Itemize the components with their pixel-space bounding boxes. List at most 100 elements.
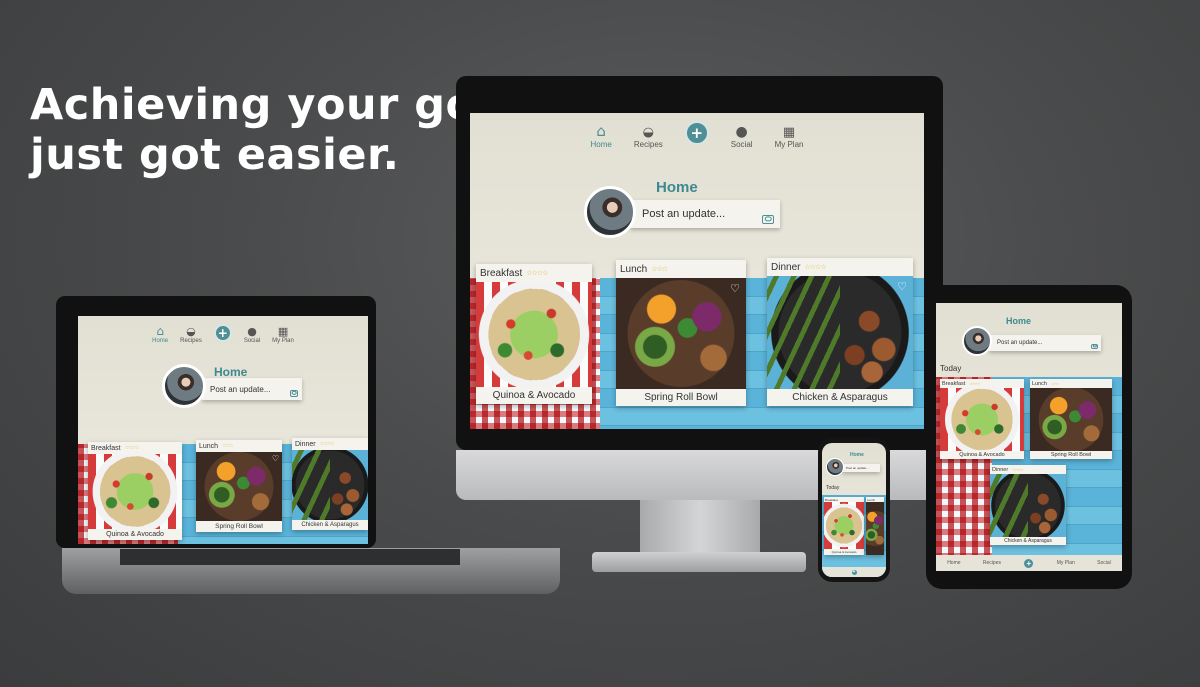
nav-social[interactable]: ● Social [244, 325, 260, 344]
avatar[interactable] [162, 364, 206, 408]
meal-card-dinner[interactable]: Dinner ☆☆☆☆ Chicken & Asparagus [990, 465, 1066, 545]
nav-recipes-label: Recipes [633, 140, 663, 149]
meal-card-breakfast[interactable]: Breakfast ☆☆☆☆ Quinoa & Avocado [88, 442, 182, 540]
post-input[interactable]: Post an update... [842, 464, 880, 472]
rating-stars: ☆☆☆☆ [526, 270, 548, 277]
tab-my-plan[interactable]: My Plan [1057, 560, 1075, 566]
meal-card-breakfast[interactable]: Breakfast ☆☆☆☆ Quinoa & Avocado [476, 264, 592, 404]
meal-name: Spring Roll Bowl [1050, 452, 1092, 458]
nav-social-label: Social [730, 140, 753, 149]
calendar-icon: ▦ [782, 125, 796, 140]
meal-header: Dinner ☆☆☆☆ [990, 465, 1066, 474]
today-label: Today [940, 364, 962, 373]
desktop-screen: ⌂ Home ◒ Recipes + ● Social ▦ My Plan Ho… [470, 113, 924, 429]
meal-card-lunch[interactable]: Lunch ☆☆☆ Spring Roll Bowl [1030, 379, 1112, 459]
meal-label: Breakfast [91, 444, 121, 452]
tab-social[interactable]: Social [1097, 560, 1111, 566]
nav-home[interactable]: ⌂ Home [152, 324, 168, 344]
camera-icon[interactable] [290, 389, 298, 397]
desktop-stand [640, 500, 760, 558]
meal-card-dinner[interactable]: Dinner ☆☆☆☆ Chicken & Asparagus [292, 438, 368, 530]
heart-icon[interactable]: ♡ [897, 280, 907, 293]
meal-photo [292, 450, 368, 520]
post-input[interactable]: Post an update... [989, 335, 1101, 351]
meal-label: Breakfast [942, 380, 966, 387]
meal-card-dinner[interactable]: Dinner ☆☆☆☆ ♡ Chicken & Asparagus [767, 258, 913, 406]
meal-header: Lunch ☆☆☆ [1030, 379, 1112, 388]
meal-header: Dinner ☆☆☆☆ [767, 258, 913, 276]
meal-photo: ♡ [196, 452, 282, 521]
nav-home-label: Home [152, 338, 169, 344]
meal-card-lunch[interactable]: Lunch ☆☆☆ ♡ Spring Roll Bowl [616, 260, 746, 406]
meal-name: Chicken & Asparagus [1004, 538, 1052, 544]
rating-stars: ☆☆☆☆ [969, 381, 980, 386]
meal-header: Lunch ☆☆☆ [196, 440, 282, 452]
meal-name: Spring Roll Bowl [644, 392, 718, 403]
meal-photo [1030, 388, 1112, 451]
page-title: Home [1006, 316, 1032, 326]
phone-bottom-nav: + [822, 567, 886, 577]
post-input[interactable]: Post an update... [202, 378, 302, 400]
meal-name: Quinoa & Avocado [492, 390, 576, 401]
meal-card-lunch[interactable]: Lunch [866, 497, 884, 555]
camera-icon[interactable] [762, 214, 774, 224]
tab-recipes[interactable]: Recipes [983, 560, 1001, 566]
post-input[interactable]: Post an update... [630, 200, 780, 228]
avatar[interactable] [962, 326, 992, 356]
camera-icon[interactable] [1091, 343, 1098, 349]
laptop-nav: ⌂ Home ◒ Recipes + ● Social ▦ My Plan [78, 324, 368, 344]
phone-add-button[interactable]: + [850, 568, 858, 576]
nav-my-plan-label: My Plan [272, 338, 294, 344]
plus-icon: + [217, 326, 228, 340]
calendar-icon: ▦ [277, 325, 289, 338]
meal-label: Lunch [867, 497, 876, 502]
person-icon: ● [247, 325, 257, 338]
nav-social-label: Social [243, 338, 261, 344]
meal-label: Breakfast [480, 267, 523, 279]
nav-recipes[interactable]: ◒ Recipes [180, 325, 202, 344]
rating-stars: ☆☆☆ [1051, 381, 1060, 386]
meal-label: Lunch [199, 442, 219, 450]
nav-recipes[interactable]: ◒ Recipes [634, 125, 663, 149]
meal-header: Breakfast ☆☆☆☆ [940, 379, 1024, 388]
meal-card-breakfast[interactable]: Breakfast Quinoa & Avocado [824, 497, 864, 555]
rating-stars: ☆☆☆☆ [124, 445, 140, 451]
tab-add-button[interactable]: + [1023, 557, 1035, 569]
nav-social[interactable]: ● Social [731, 124, 753, 149]
rating-stars: ☆☆☆☆ [319, 441, 335, 447]
meals-area: Breakfast ☆☆☆☆ Quinoa & Avocado Lunch ☆☆… [470, 258, 924, 429]
rating-stars: ☆☆☆☆ [1012, 467, 1023, 472]
phone-screen: Home Post an update... Today Breakfast Q… [822, 443, 886, 577]
heart-icon[interactable]: ♡ [730, 282, 740, 295]
meal-photo: ♡ [767, 276, 913, 389]
nav-my-plan-label: My Plan [774, 140, 804, 149]
meals-area: Breakfast ☆☆☆☆ Quinoa & Avocado Lunch ☆☆… [78, 438, 368, 544]
meal-header: Lunch ☆☆☆ [616, 260, 746, 278]
nav-my-plan[interactable]: ▦ My Plan [775, 125, 804, 149]
meal-name: Spring Roll Bowl [215, 523, 263, 530]
add-button[interactable]: + [213, 324, 232, 342]
nav-recipes-label: Recipes [180, 338, 202, 344]
meal-card-breakfast[interactable]: Breakfast ☆☆☆☆ Quinoa & Avocado [940, 379, 1024, 459]
post-row: Post an update... [962, 326, 1101, 356]
nav-home[interactable]: ⌂ Home [591, 122, 612, 149]
avatar[interactable] [584, 186, 636, 238]
post-input-placeholder: Post an update... [210, 384, 271, 394]
meals-area: Breakfast ☆☆☆☆ Quinoa & Avocado Lunch ☆☆… [936, 377, 1122, 571]
add-button[interactable]: + [684, 121, 709, 145]
today-label: Today [826, 485, 840, 491]
nav-home-label: Home [590, 140, 612, 149]
meal-header: Breakfast ☆☆☆☆ [476, 264, 592, 282]
meal-card-lunch[interactable]: Lunch ☆☆☆ ♡ Spring Roll Bowl [196, 440, 282, 532]
desktop-foot [592, 552, 806, 572]
home-icon: ⌂ [156, 324, 164, 338]
rating-stars: ☆☆☆ [651, 266, 668, 273]
post-row: Post an update... [162, 364, 302, 408]
avatar[interactable] [826, 458, 844, 476]
meal-photo [88, 454, 182, 529]
tab-home[interactable]: Home [947, 560, 960, 566]
nav-my-plan[interactable]: ▦ My Plan [272, 325, 294, 344]
heart-icon[interactable]: ♡ [272, 454, 279, 463]
home-icon: ⌂ [596, 122, 606, 140]
post-input-placeholder: Post an update... [642, 208, 726, 220]
